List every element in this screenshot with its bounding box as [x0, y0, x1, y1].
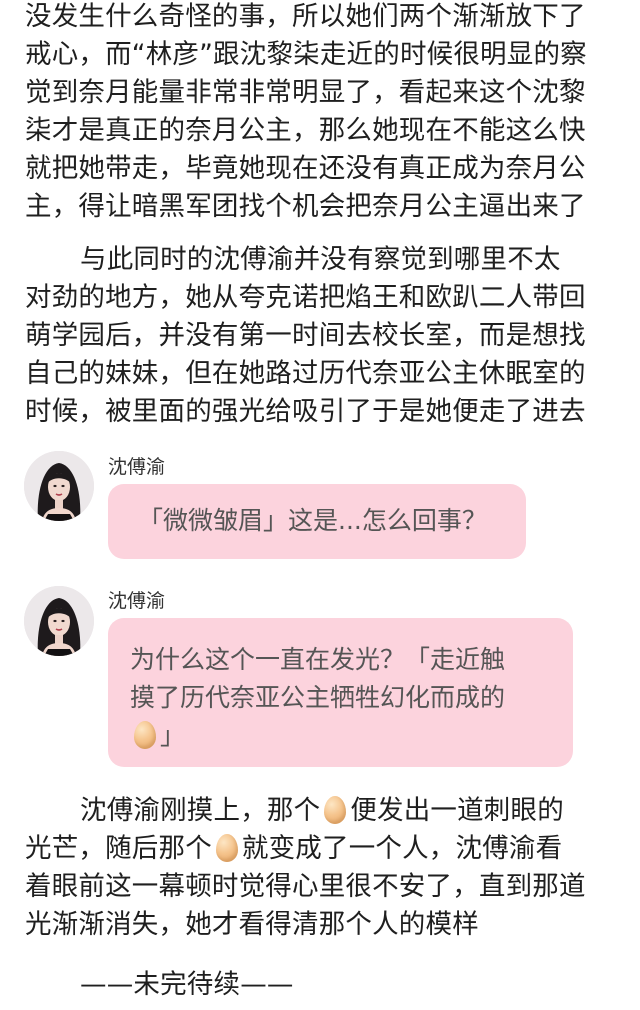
- story-line: 光渐渐消失，她才看得清那个人的模样: [25, 909, 479, 940]
- egg-emoji-icon: [215, 834, 238, 862]
- chat-bubble-text-last: 」: [130, 717, 573, 755]
- story-line: 柒才是真正的奈月公主，那么她现在不能这么快: [25, 115, 586, 146]
- story-text: 沈傅渝刚摸上，那个: [80, 795, 321, 826]
- story-line: 与此同时的沈傅渝并没有察觉到哪里不太: [80, 244, 561, 275]
- chat-bubble-text-suffix: 」: [160, 721, 186, 750]
- story-line: 着眼前这一幕顿时觉得心里很不安了，直到那道: [25, 871, 586, 902]
- story-line: 没发生什么奇怪的事，所以她们两个渐渐放下了: [25, 1, 586, 32]
- to-be-continued: ——未完待续——: [80, 969, 294, 1000]
- story-paragraph-3: 沈傅渝刚摸上，那个 便发出一道刺眼的 光芒，随后那个 就变成了一个人，沈傅渝看 着眼…: [25, 792, 620, 944]
- avatar-portrait-icon: [24, 451, 94, 521]
- chat-bubble-text: 「微微皱眉」这是...怎么回事？: [138, 506, 487, 535]
- story-line: 沈傅渝刚摸上，那个 便发出一道刺眼的: [25, 792, 620, 830]
- story-line: 自己的妹妹，但在她路过历代奈亚公主休眠室的: [25, 358, 586, 389]
- egg-emoji-icon: [134, 721, 156, 749]
- avatar: [24, 586, 94, 656]
- story-line: 对劲的地方，她从夸克诺把焰王和欧趴二人带回: [25, 282, 586, 313]
- avatar: [24, 451, 94, 521]
- chat-bubble-text: 摸了历代奈亚公主牺牲幻化而成的: [130, 683, 506, 712]
- chat-bubble-text: 为什么这个一直在发光？「走近触: [130, 645, 506, 674]
- story-line: 萌学园后，并没有第一时间去校长室，而是想找: [25, 320, 586, 351]
- chat-bubble: 「微微皱眉」这是...怎么回事？: [108, 484, 526, 559]
- story-line: 主，得让暗黑军团找个机会把奈月公主逼出来了: [25, 191, 586, 222]
- story-line: 光芒，随后那个 就变成了一个人，沈傅渝看: [25, 830, 620, 868]
- chat-bubble: 为什么这个一直在发光？「走近触 摸了历代奈亚公主牺牲幻化而成的 」: [108, 618, 573, 767]
- story-line: 觉到奈月能量非常非常明显了，看起来这个沈黎: [25, 77, 586, 108]
- story-text: 光芒，随后那个: [25, 833, 212, 864]
- story-text: 便发出一道刺眼的: [350, 795, 564, 826]
- egg-emoji-icon: [324, 796, 347, 824]
- story-paragraph-2: 与此同时的沈傅渝并没有察觉到哪里不太 对劲的地方，她从夸克诺把焰王和欧趴二人带回…: [25, 241, 620, 431]
- story-line: 戒心，而“林彦”跟沈黎柒走近的时候很明显的察: [25, 39, 587, 70]
- sender-name: 沈傅渝: [108, 590, 166, 612]
- story-text: 就变成了一个人，沈傅渝看: [241, 833, 563, 864]
- sender-name: 沈傅渝: [108, 456, 166, 478]
- story-line: 就把她带走，毕竟她现在还没有真正成为奈月公: [25, 153, 586, 184]
- story-line: 时候，被里面的强光给吸引了于是她便走了进去: [25, 396, 586, 427]
- story-paragraph-1: 没发生什么奇怪的事，所以她们两个渐渐放下了 戒心，而“林彦”跟沈黎柒走近的时候很…: [25, 0, 620, 226]
- avatar-portrait-icon: [24, 586, 94, 656]
